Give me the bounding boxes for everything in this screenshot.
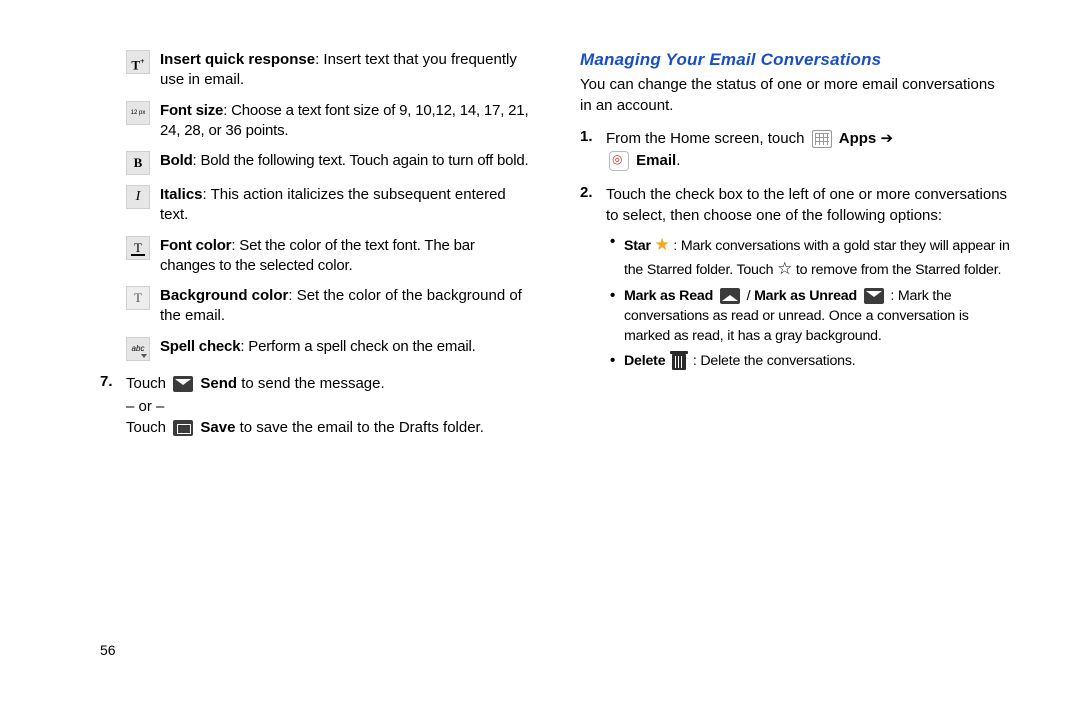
italic-icon: I bbox=[126, 185, 150, 209]
star-outline-icon: ☆ bbox=[777, 259, 792, 278]
star-lead: Star bbox=[624, 238, 655, 254]
mark-read-lead: Mark as Read bbox=[624, 288, 717, 304]
fmt-italics: I Italics: This action italicizes the su… bbox=[126, 185, 530, 226]
spellcheck-icon: abc bbox=[126, 337, 150, 361]
arrow: ➔ bbox=[880, 130, 893, 147]
step-number: 7. bbox=[100, 373, 126, 390]
fmt-bg-color: T Background color: Set the color of the… bbox=[126, 286, 530, 327]
save-label: Save bbox=[200, 419, 235, 436]
right-column: Managing Your Email Conversations You ca… bbox=[580, 50, 1010, 670]
step-number: 2. bbox=[580, 184, 606, 201]
label: Insert quick response bbox=[160, 51, 315, 68]
page-number: 56 bbox=[100, 642, 116, 658]
email-label: Email bbox=[636, 152, 676, 169]
pre: From the Home screen, touch bbox=[606, 130, 809, 147]
desc: : Perform a spell check on the email. bbox=[240, 338, 475, 355]
step-2: 2. Touch the check box to the left of on… bbox=[580, 184, 1010, 228]
fmt-font-size: 12 px Font size: Choose a text font size… bbox=[126, 101, 530, 142]
step-7: 7. Touch Send to send the message. bbox=[100, 373, 530, 395]
fontsize-icon: 12 px bbox=[126, 101, 150, 125]
send-icon bbox=[173, 376, 193, 392]
bullet-mark: • Mark as Read / Mark as Unread : Mark t… bbox=[610, 287, 1010, 347]
desc: : This action italicizes the subsequent … bbox=[160, 186, 506, 223]
desc: : Bold the following text. Touch again t… bbox=[193, 152, 529, 169]
t-plus-icon: T+ bbox=[126, 50, 150, 74]
label: Italics bbox=[160, 186, 203, 203]
star-post: to remove from the Starred folder. bbox=[796, 262, 1001, 278]
label: Font color bbox=[160, 237, 231, 254]
label: Spell check bbox=[160, 338, 240, 355]
apps-grid-icon bbox=[812, 130, 832, 148]
fmt-spellcheck: abc Spell check: Perform a spell check o… bbox=[126, 337, 530, 361]
delete-rest: : Delete the conversations. bbox=[693, 353, 856, 369]
intro-para: You can change the status of one or more… bbox=[580, 74, 1010, 116]
label: Background color bbox=[160, 287, 288, 304]
left-column: T+ Insert quick response: Insert text th… bbox=[100, 50, 530, 670]
fmt-font-color: T Font color: Set the color of the text … bbox=[126, 236, 530, 277]
label: Bold bbox=[160, 152, 193, 169]
step-7b: Touch Save to save the email to the Draf… bbox=[126, 419, 530, 436]
apps-label: Apps bbox=[839, 130, 881, 147]
delete-lead: Delete bbox=[624, 353, 669, 369]
fontcolor-icon: T bbox=[126, 236, 150, 260]
label: Font size bbox=[160, 102, 223, 119]
mark-unread-lead: Mark as Unread bbox=[754, 288, 861, 304]
mark-read-icon bbox=[720, 288, 740, 304]
bullet-star: • Star ★ : Mark conversations with a gol… bbox=[610, 233, 1010, 281]
step-number: 1. bbox=[580, 128, 606, 145]
fmt-bold: B Bold: Bold the following text. Touch a… bbox=[126, 151, 530, 175]
post: to save the email to the Drafts folder. bbox=[240, 419, 484, 436]
save-icon bbox=[173, 420, 193, 436]
dot: . bbox=[676, 152, 680, 169]
email-app-icon bbox=[609, 151, 629, 171]
step-1: 1. From the Home screen, touch Apps ➔ Em… bbox=[580, 128, 1010, 172]
section-heading: Managing Your Email Conversations bbox=[580, 50, 1010, 70]
mark-unread-icon bbox=[864, 288, 884, 304]
pre: Touch bbox=[126, 375, 170, 392]
star-filled-icon: ★ bbox=[655, 235, 670, 254]
bgcolor-icon: T bbox=[126, 286, 150, 310]
manual-page: T+ Insert quick response: Insert text th… bbox=[0, 0, 1080, 680]
send-label: Send bbox=[200, 375, 237, 392]
or-sep: – or – bbox=[126, 398, 530, 415]
fmt-insert-quick: T+ Insert quick response: Insert text th… bbox=[126, 50, 530, 91]
post: to send the message. bbox=[241, 375, 384, 392]
step-2-text: Touch the check box to the left of one o… bbox=[606, 184, 1010, 228]
bold-icon: B bbox=[126, 151, 150, 175]
trash-icon bbox=[672, 354, 686, 370]
sep: / bbox=[747, 288, 754, 304]
pre: Touch bbox=[126, 419, 170, 436]
bullet-delete: • Delete : Delete the conversations. bbox=[610, 352, 1010, 372]
